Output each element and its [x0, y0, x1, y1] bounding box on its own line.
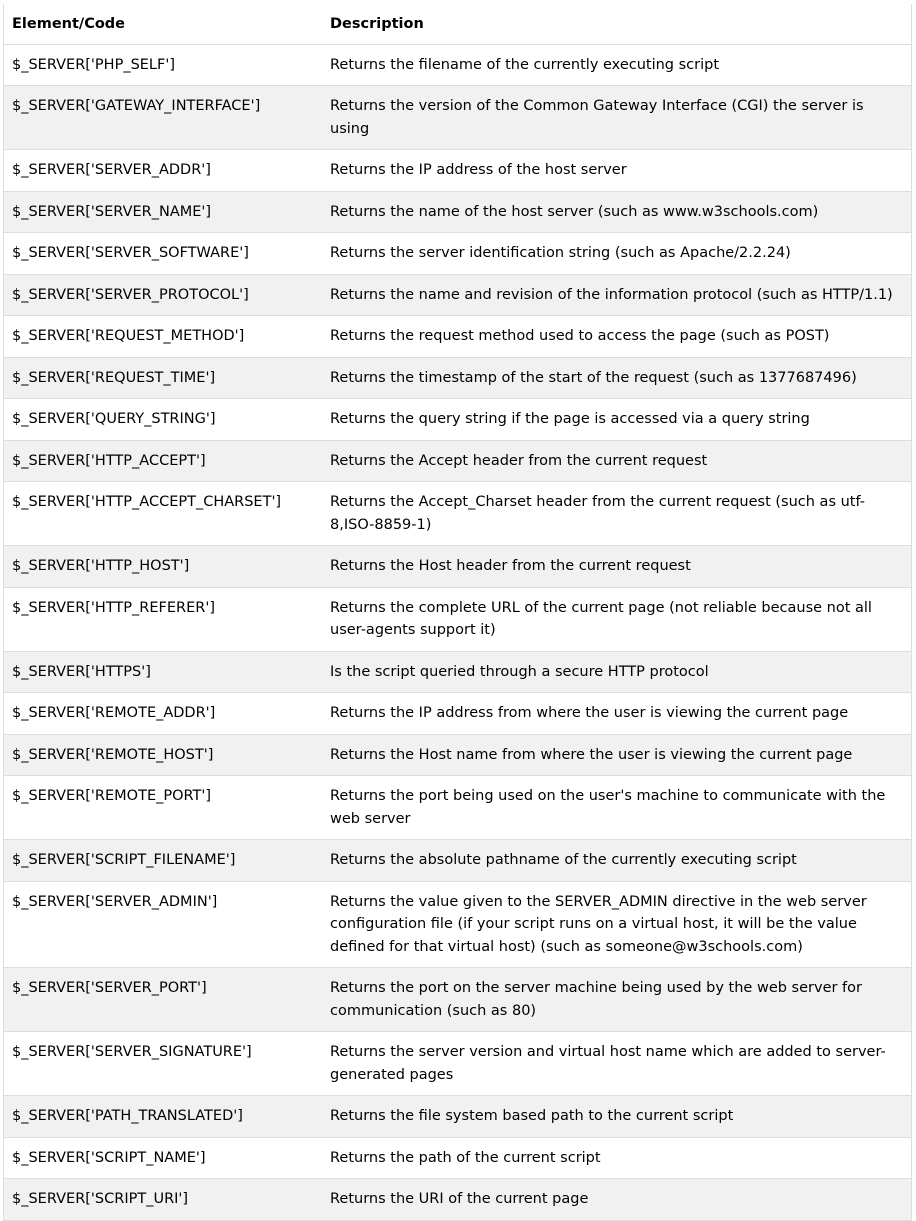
table-row: $_SERVER['REMOTE_PORT'] Returns the port …	[3, 775, 912, 840]
cell-element-code: $_SERVER['PATH_TRANSLATED']	[3, 1095, 322, 1138]
table-row: $_SERVER['SERVER_NAME'] Returns the name …	[3, 190, 912, 233]
cell-description: Returns the complete URL of the current …	[322, 586, 912, 652]
table-row: $_SERVER['REMOTE_HOST'] Returns the Host …	[3, 733, 912, 776]
cell-description: Returns the Host name from where the use…	[322, 733, 912, 776]
table-row: $_SERVER['SCRIPT_URI'] Returns the URI of…	[3, 1178, 912, 1221]
cell-element-code: $_SERVER['QUERY_STRING']	[3, 398, 322, 441]
table-row: $_SERVER['REQUEST_METHOD'] Returns the re…	[3, 315, 912, 358]
table-row: $_SERVER['SERVER_ADDR'] Returns the IP ad…	[3, 149, 912, 192]
table-row: $_SERVER['SERVER_SIGNATURE'] Returns the …	[3, 1031, 912, 1096]
cell-element-code: $_SERVER['SERVER_NAME']	[3, 190, 322, 233]
table-row: $_SERVER['SERVER_ADMIN'] Returns the valu…	[3, 880, 912, 968]
cell-element-code: $_SERVER['GATEWAY_INTERFACE']	[3, 85, 322, 150]
cell-element-code: $_SERVER['SCRIPT_FILENAME']	[3, 839, 322, 882]
cell-element-code: $_SERVER['HTTP_ACCEPT']	[3, 439, 322, 482]
cell-description: Returns the Host header from the current…	[322, 545, 912, 588]
table-body: $_SERVER['PHP_SELF'] Returns the filename…	[3, 43, 912, 1221]
cell-element-code: $_SERVER['HTTP_ACCEPT_CHARSET']	[3, 481, 322, 546]
cell-description: Returns the name and revision of the inf…	[322, 273, 912, 316]
cell-element-code: $_SERVER['HTTP_HOST']	[3, 545, 322, 588]
cell-description: Returns the server version and virtual h…	[322, 1031, 912, 1096]
cell-element-code: $_SERVER['SCRIPT_URI']	[3, 1178, 322, 1221]
cell-description: Returns the value given to the SERVER_AD…	[322, 880, 912, 968]
table-row: $_SERVER['SERVER_PROTOCOL'] Returns the n…	[3, 273, 912, 316]
cell-element-code: $_SERVER['REQUEST_TIME']	[3, 356, 322, 399]
server-variables-table: Element/Code Description $_SERVER['PHP_S…	[3, 4, 912, 1221]
cell-description: Is the script queried through a secure H…	[322, 650, 912, 693]
table-row: $_SERVER['REQUEST_TIME'] Returns the time…	[3, 356, 912, 399]
cell-description: Returns the URI of the current page	[322, 1178, 912, 1221]
table-row: $_SERVER['HTTP_ACCEPT'] Returns the Accep…	[3, 439, 912, 482]
cell-description: Returns the file system based path to th…	[322, 1095, 912, 1138]
table-row: $_SERVER['GATEWAY_INTERFACE'] Returns the…	[3, 85, 912, 150]
cell-description: Returns the absolute pathname of the cur…	[322, 839, 912, 882]
cell-element-code: $_SERVER['REMOTE_ADDR']	[3, 692, 322, 735]
cell-element-code: $_SERVER['SERVER_PORT']	[3, 967, 322, 1032]
table-row: $_SERVER['PHP_SELF'] Returns the filename…	[3, 43, 912, 86]
table-row: $_SERVER['REMOTE_ADDR'] Returns the IP ad…	[3, 692, 912, 735]
cell-description: Returns the Accept_Charset header from t…	[322, 481, 912, 546]
column-header-description: Description	[322, 4, 912, 45]
cell-element-code: $_SERVER['PHP_SELF']	[3, 43, 322, 86]
cell-description: Returns the server identification string…	[322, 232, 912, 275]
cell-description: Returns the port on the server machine b…	[322, 967, 912, 1032]
cell-description: Returns the port being used on the user'…	[322, 775, 912, 840]
table-row: $_SERVER['PATH_TRANSLATED'] Returns the f…	[3, 1095, 912, 1138]
cell-element-code: $_SERVER['REMOTE_PORT']	[3, 775, 322, 840]
cell-description: Returns the path of the current script	[322, 1136, 912, 1179]
cell-element-code: $_SERVER['SERVER_SOFTWARE']	[3, 232, 322, 275]
table-header-row: Element/Code Description	[3, 4, 912, 45]
cell-description: Returns the query string if the page is …	[322, 398, 912, 441]
table-row: $_SERVER['SERVER_SOFTWARE'] Returns the s…	[3, 232, 912, 275]
table-row: $_SERVER['SCRIPT_NAME'] Returns the path …	[3, 1136, 912, 1179]
table-row: $_SERVER['SCRIPT_FILENAME'] Returns the a…	[3, 839, 912, 882]
cell-description: Returns the Accept header from the curre…	[322, 439, 912, 482]
table-row: $_SERVER['SERVER_PORT'] Returns the port …	[3, 967, 912, 1032]
table-row: $_SERVER['HTTP_ACCEPT_CHARSET'] Returns t…	[3, 481, 912, 546]
cell-element-code: $_SERVER['SERVER_SIGNATURE']	[3, 1031, 322, 1096]
cell-description: Returns the request method used to acces…	[322, 315, 912, 358]
cell-description: Returns the timestamp of the start of th…	[322, 356, 912, 399]
cell-element-code: $_SERVER['HTTPS']	[3, 650, 322, 693]
table-row: $_SERVER['QUERY_STRING'] Returns the quer…	[3, 398, 912, 441]
cell-element-code: $_SERVER['SCRIPT_NAME']	[3, 1136, 322, 1179]
cell-element-code: $_SERVER['SERVER_PROTOCOL']	[3, 273, 322, 316]
cell-description: Returns the IP address from where the us…	[322, 692, 912, 735]
cell-element-code: $_SERVER['SERVER_ADDR']	[3, 149, 322, 192]
cell-element-code: $_SERVER['SERVER_ADMIN']	[3, 880, 322, 968]
cell-element-code: $_SERVER['REMOTE_HOST']	[3, 733, 322, 776]
cell-description: Returns the filename of the currently ex…	[322, 43, 912, 86]
cell-element-code: $_SERVER['HTTP_REFERER']	[3, 586, 322, 652]
table-row: $_SERVER['HTTPS'] Is the script queried t…	[3, 650, 912, 693]
table-row: $_SERVER['HTTP_HOST'] Returns the Host he…	[3, 545, 912, 588]
cell-description: Returns the name of the host server (suc…	[322, 190, 912, 233]
column-header-element-code: Element/Code	[3, 4, 322, 45]
table-row: $_SERVER['HTTP_REFERER'] Returns the comp…	[3, 586, 912, 652]
cell-description: Returns the IP address of the host serve…	[322, 149, 912, 192]
cell-element-code: $_SERVER['REQUEST_METHOD']	[3, 315, 322, 358]
cell-description: Returns the version of the Common Gatewa…	[322, 85, 912, 150]
